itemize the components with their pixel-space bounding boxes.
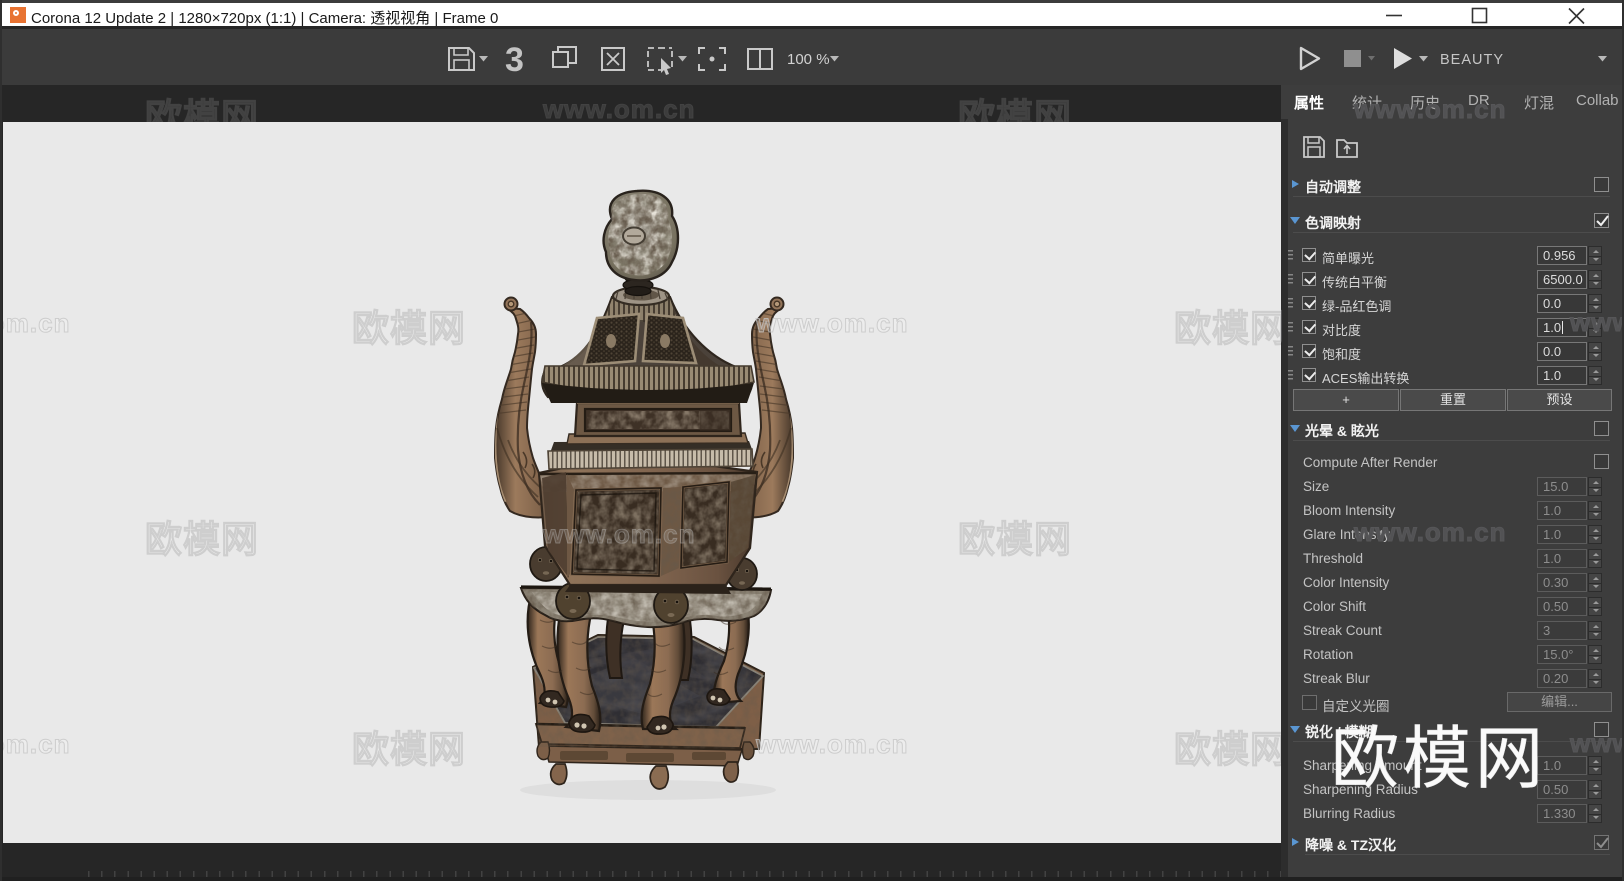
svg-text:3: 3 xyxy=(505,41,524,79)
svg-text:100 %: 100 % xyxy=(787,51,830,68)
svg-text:BEAUTY: BEAUTY xyxy=(1440,52,1504,68)
